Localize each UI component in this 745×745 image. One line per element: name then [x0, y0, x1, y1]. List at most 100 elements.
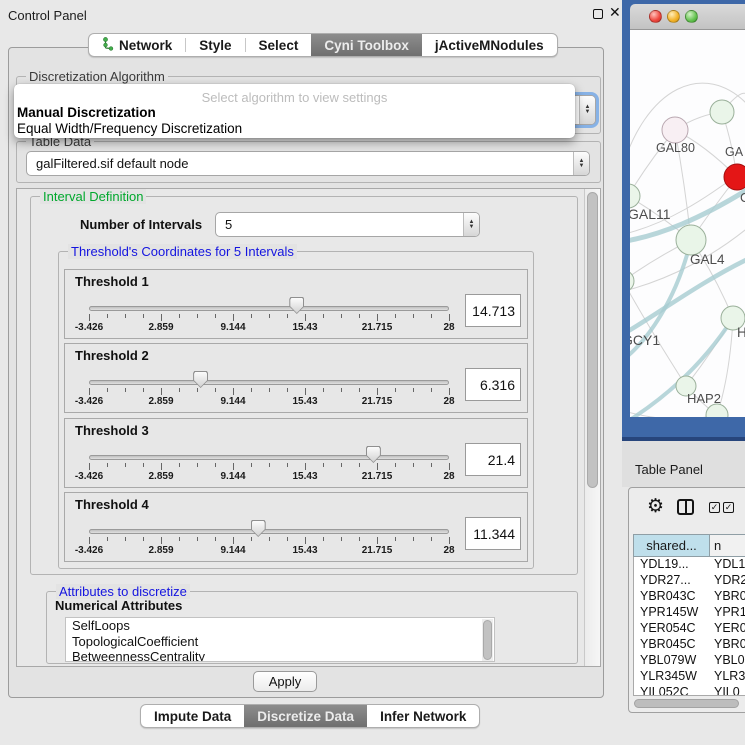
tick-label: 9.144	[220, 471, 245, 482]
list-scrollbar-thumb[interactable]	[483, 620, 492, 660]
threshold-4-box: Threshold 4-3.4262.8599.14415.4321.71528	[64, 492, 528, 562]
slider-thumb[interactable]	[251, 520, 266, 537]
tab-select[interactable]: Select	[246, 34, 312, 56]
vertical-scrollbar[interactable]	[584, 189, 600, 666]
list-scrollbar[interactable]	[482, 619, 493, 661]
minimize-traffic-light-icon[interactable]	[667, 10, 680, 23]
network-node[interactable]	[724, 164, 745, 190]
thresholds-group-label: Threshold's Coordinates for 5 Intervals	[68, 244, 297, 259]
slider-ticks	[89, 537, 449, 545]
node-label: C	[740, 190, 745, 205]
node-label: GAL80	[656, 141, 695, 155]
tick-label: 21.715	[362, 545, 393, 556]
slider-thumb[interactable]	[193, 371, 208, 388]
attribute-list-item[interactable]: BetweennessCentrality	[66, 649, 494, 662]
slider-track[interactable]	[89, 380, 449, 385]
network-node[interactable]	[662, 117, 688, 143]
tick-label: 9.144	[220, 322, 245, 333]
attribute-list-item[interactable]: TopologicalCoefficient	[66, 634, 494, 650]
node-label: H	[737, 325, 745, 340]
float-window-icon[interactable]	[593, 9, 603, 19]
tick-label: -3.426	[75, 545, 103, 556]
zoom-traffic-light-icon[interactable]	[685, 10, 698, 23]
table-cell: YDR2	[710, 573, 745, 589]
slider-track[interactable]	[89, 529, 449, 534]
network-canvas[interactable]: GAL80GAGAL11CGAL4GCY1HHAP2	[630, 30, 745, 417]
threshold-2-box: Threshold 2-3.4262.8599.14415.4321.71528	[64, 343, 528, 413]
tick-label: -3.426	[75, 396, 103, 407]
tab-jactivemnodules[interactable]: jActiveMNodules	[422, 34, 557, 56]
table-panel-card: ⚙ ✓ ✓ shared...n YDL19...YDL1YDR27...YDR…	[628, 487, 745, 713]
threshold-value-field[interactable]	[465, 517, 521, 550]
slider-thumb[interactable]	[289, 297, 304, 314]
tick-label: 28	[443, 471, 454, 482]
popup-hint: Select algorithm to view settings	[14, 90, 575, 105]
table-cell: YER0	[710, 621, 745, 637]
combo-stepper-icon[interactable]: ▲▼	[579, 96, 595, 124]
table-row[interactable]: YLR345WYLR3	[634, 669, 745, 685]
close-traffic-light-icon[interactable]	[649, 10, 662, 23]
threshold-value-field[interactable]	[465, 368, 521, 401]
tab-impute-data[interactable]: Impute Data	[141, 705, 244, 727]
threshold-1-box: Threshold 1-3.4262.8599.14415.4321.71528	[64, 269, 528, 339]
table-cell: YBL079W	[634, 653, 710, 669]
table-cell: YPR1	[710, 605, 745, 621]
tab-label: Discretize Data	[257, 709, 354, 724]
table-row[interactable]: YIL052CYIL0	[634, 685, 745, 696]
tab-style[interactable]: Style	[186, 34, 244, 56]
network-node[interactable]	[710, 100, 734, 124]
column-header[interactable]: n	[709, 534, 745, 557]
network-node[interactable]	[630, 184, 640, 208]
threshold-value-field[interactable]	[465, 294, 521, 327]
checkbox-icon[interactable]: ✓	[709, 502, 720, 513]
columns-icon[interactable]	[677, 499, 694, 515]
tab-cyni-toolbox[interactable]: Cyni Toolbox	[311, 34, 422, 56]
table-row[interactable]: YBR043CYBR0	[634, 589, 745, 605]
table-row[interactable]: YDR27...YDR2	[634, 573, 745, 589]
horizontal-scrollbar-thumb[interactable]	[634, 699, 739, 708]
combo-stepper-icon[interactable]: ▲▼	[463, 213, 479, 236]
network-icon	[102, 37, 114, 54]
apply-button[interactable]: Apply	[253, 671, 317, 692]
table-cell: YBL0	[710, 653, 745, 669]
column-header[interactable]: shared...	[633, 534, 709, 557]
tab-label: Cyni Toolbox	[324, 38, 409, 53]
threshold-label: Threshold 2	[75, 348, 149, 363]
tick-label: 2.859	[148, 322, 173, 333]
table-cell: YBR043C	[634, 589, 710, 605]
table-row[interactable]: YBR045CYBR0	[634, 637, 745, 653]
network-window-titlebar[interactable]	[630, 4, 745, 30]
table-row[interactable]: YDL19...YDL1	[634, 557, 745, 573]
node-label: HAP2	[687, 391, 721, 406]
tick-label: 15.43	[292, 396, 317, 407]
table-row[interactable]: YPR145WYPR1	[634, 605, 745, 621]
close-icon[interactable]: ✕	[609, 4, 621, 21]
tab-infer-network[interactable]: Infer Network	[367, 705, 479, 727]
table-row[interactable]: YER054CYER0	[634, 621, 745, 637]
table-data-combo[interactable]: galFiltered.sif default node ▲▼	[26, 151, 590, 176]
table-cell: YBR0	[710, 589, 745, 605]
vertical-scrollbar-thumb[interactable]	[587, 192, 598, 488]
gear-icon[interactable]: ⚙	[647, 495, 664, 518]
tab-label: jActiveMNodules	[435, 38, 544, 53]
threshold-value-field[interactable]	[465, 443, 521, 476]
popup-option-equal-width-frequency[interactable]: Equal Width/Frequency Discretization	[17, 121, 242, 136]
tab-label: Infer Network	[380, 709, 466, 724]
slider-track[interactable]	[89, 455, 449, 460]
network-node[interactable]	[676, 225, 706, 255]
tab-discretize-data[interactable]: Discretize Data	[244, 705, 367, 727]
num-intervals-combo[interactable]: 5 ▲▼	[215, 212, 480, 237]
tab-label: Impute Data	[154, 709, 231, 724]
slider-track[interactable]	[89, 306, 449, 311]
attribute-list-item[interactable]: SelfLoops	[66, 618, 494, 634]
slider-thumb[interactable]	[366, 446, 381, 463]
checkbox-icon[interactable]: ✓	[723, 502, 734, 513]
table-row[interactable]: YBL079WYBL0	[634, 653, 745, 669]
tab-network[interactable]: Network	[89, 34, 185, 56]
combo-stepper-icon[interactable]: ▲▼	[573, 152, 589, 175]
slider-ticks	[89, 388, 449, 396]
popup-option-manual-discretization[interactable]: Manual Discretization	[17, 105, 156, 120]
tick-label: 2.859	[148, 545, 173, 556]
num-intervals-value: 5	[216, 217, 463, 232]
table-cell: YLR345W	[634, 669, 710, 685]
